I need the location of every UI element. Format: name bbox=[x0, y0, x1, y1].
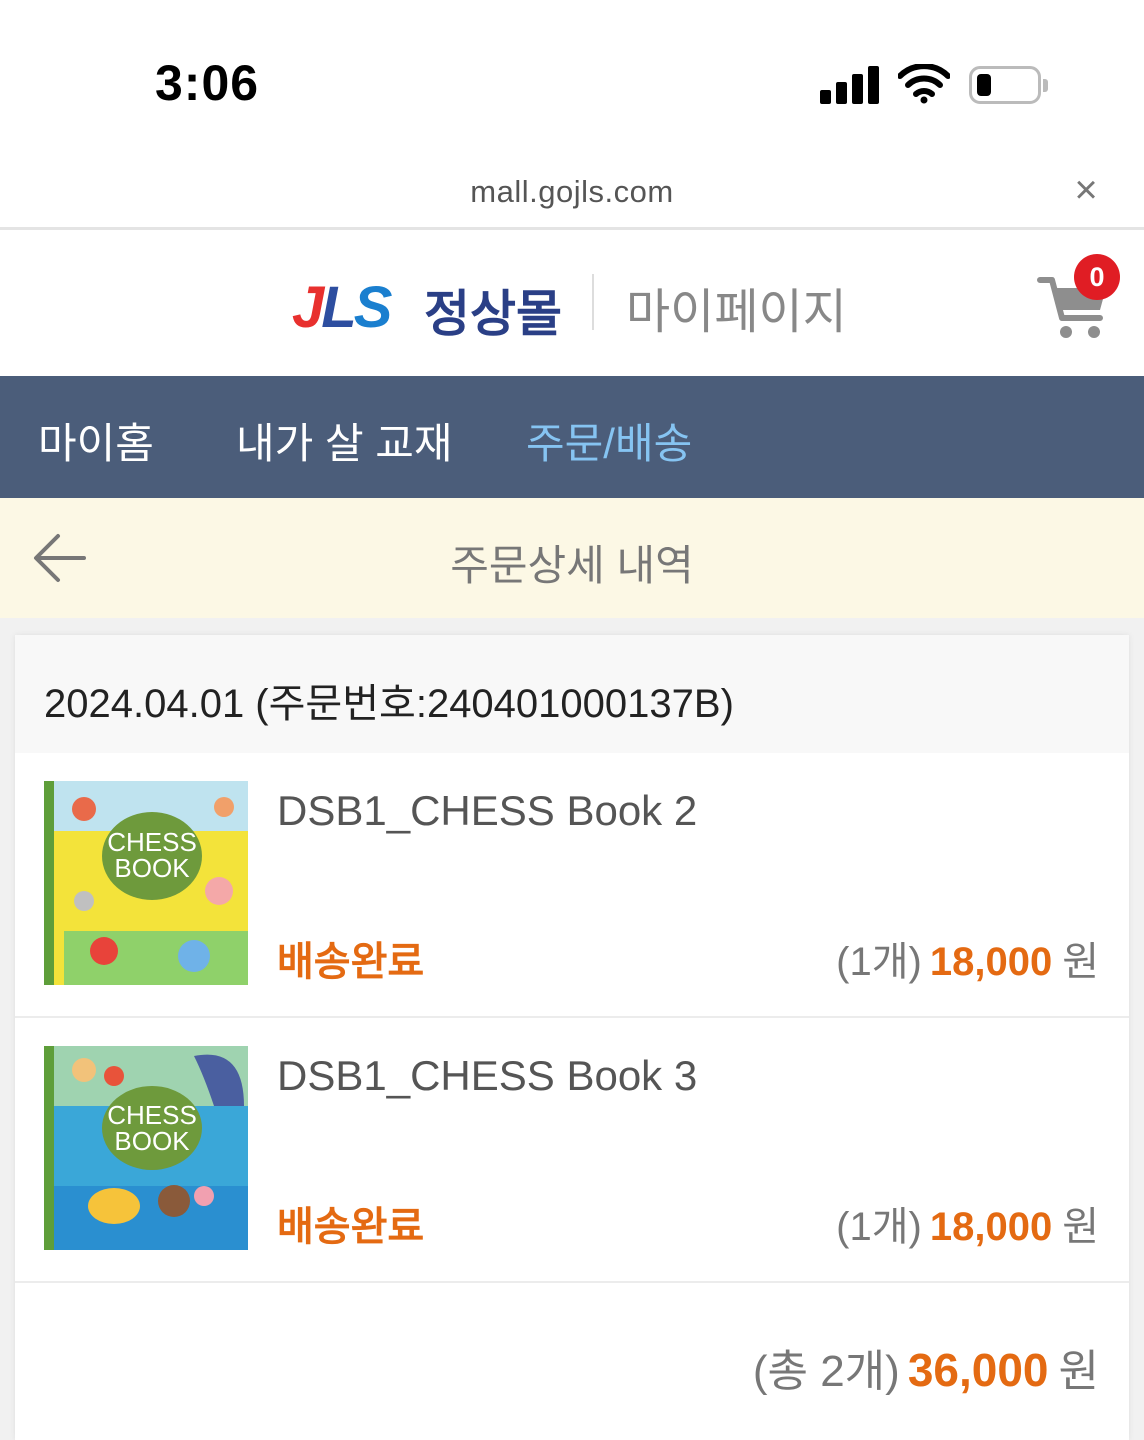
order-header: 2024.04.01 (주문번호:240401000137B) bbox=[15, 635, 1129, 753]
book-cover-image: CHESS BOOK bbox=[44, 781, 248, 985]
order-total: (총 2개) 36,000 원 bbox=[753, 1335, 1099, 1399]
order-item[interactable]: CHESS BOOK DSB1_CHESS Book 2 배송완료 (1개) 18… bbox=[15, 753, 1129, 1018]
total-price: 36,000 bbox=[907, 1344, 1049, 1396]
nav-item-my-home[interactable]: 마이홈 bbox=[38, 410, 154, 471]
nav-item-order-delivery[interactable]: 주문/배송 bbox=[526, 410, 692, 471]
item-price: 18,000 bbox=[929, 940, 1053, 984]
total-currency: 원 bbox=[1058, 1347, 1099, 1396]
book-cover-image: CHESS BOOK bbox=[44, 1046, 248, 1250]
logo-mark: JLS bbox=[292, 275, 392, 340]
item-price-row: (1개) 18,000 원 bbox=[836, 929, 1099, 987]
page-header: 주문상세 내역 bbox=[0, 498, 1144, 618]
status-bar: 3:06 bbox=[0, 0, 1144, 160]
item-price: 18,000 bbox=[929, 1205, 1053, 1249]
total-quantity: (총 2개) bbox=[752, 1347, 900, 1396]
header-divider bbox=[592, 274, 594, 330]
logo-name: 정상몰 bbox=[424, 286, 562, 342]
header-title: 마이페이지 bbox=[626, 286, 847, 339]
main-nav: 마이홈 내가 살 교재 주문/배송 bbox=[0, 376, 1144, 498]
item-price-row: (1개) 18,000 원 bbox=[836, 1194, 1099, 1252]
nav-item-my-books[interactable]: 내가 살 교재 bbox=[236, 410, 453, 471]
item-status: 배송완료 bbox=[277, 1205, 425, 1249]
item-name: DSB1_CHESS Book 3 bbox=[277, 1052, 698, 1099]
item-name: DSB1_CHESS Book 2 bbox=[277, 787, 698, 834]
cover-text-book: BOOK bbox=[114, 1126, 190, 1156]
browser-url-bar: mall.gojls.com × bbox=[0, 160, 1144, 230]
cart-count-badge: 0 bbox=[1074, 254, 1120, 300]
cellular-signal-icon bbox=[820, 66, 880, 104]
order-item[interactable]: CHESS BOOK DSB1_CHESS Book 3 배송완료 (1개) 18… bbox=[15, 1018, 1129, 1283]
battery-icon bbox=[969, 66, 1048, 104]
item-currency: 원 bbox=[1062, 1205, 1099, 1249]
status-time: 3:06 bbox=[155, 55, 260, 111]
page-title: 주문상세 내역 bbox=[450, 542, 694, 589]
item-status: 배송완료 bbox=[277, 940, 425, 984]
cover-text-book: BOOK bbox=[114, 853, 190, 883]
item-quantity: (1개) bbox=[836, 940, 922, 984]
item-currency: 원 bbox=[1062, 940, 1099, 984]
item-quantity: (1개) bbox=[836, 1205, 922, 1249]
order-date-number: 2024.04.01 (주문번호:240401000137B) bbox=[44, 682, 734, 726]
close-icon[interactable]: × bbox=[1068, 168, 1104, 213]
wifi-icon bbox=[898, 64, 950, 104]
order-card: 2024.04.01 (주문번호:240401000137B) CHESS BO… bbox=[15, 635, 1129, 1440]
site-header: JLS 정상몰 마이페이지 0 bbox=[0, 230, 1144, 376]
url-text[interactable]: mall.gojls.com bbox=[0, 174, 1144, 210]
